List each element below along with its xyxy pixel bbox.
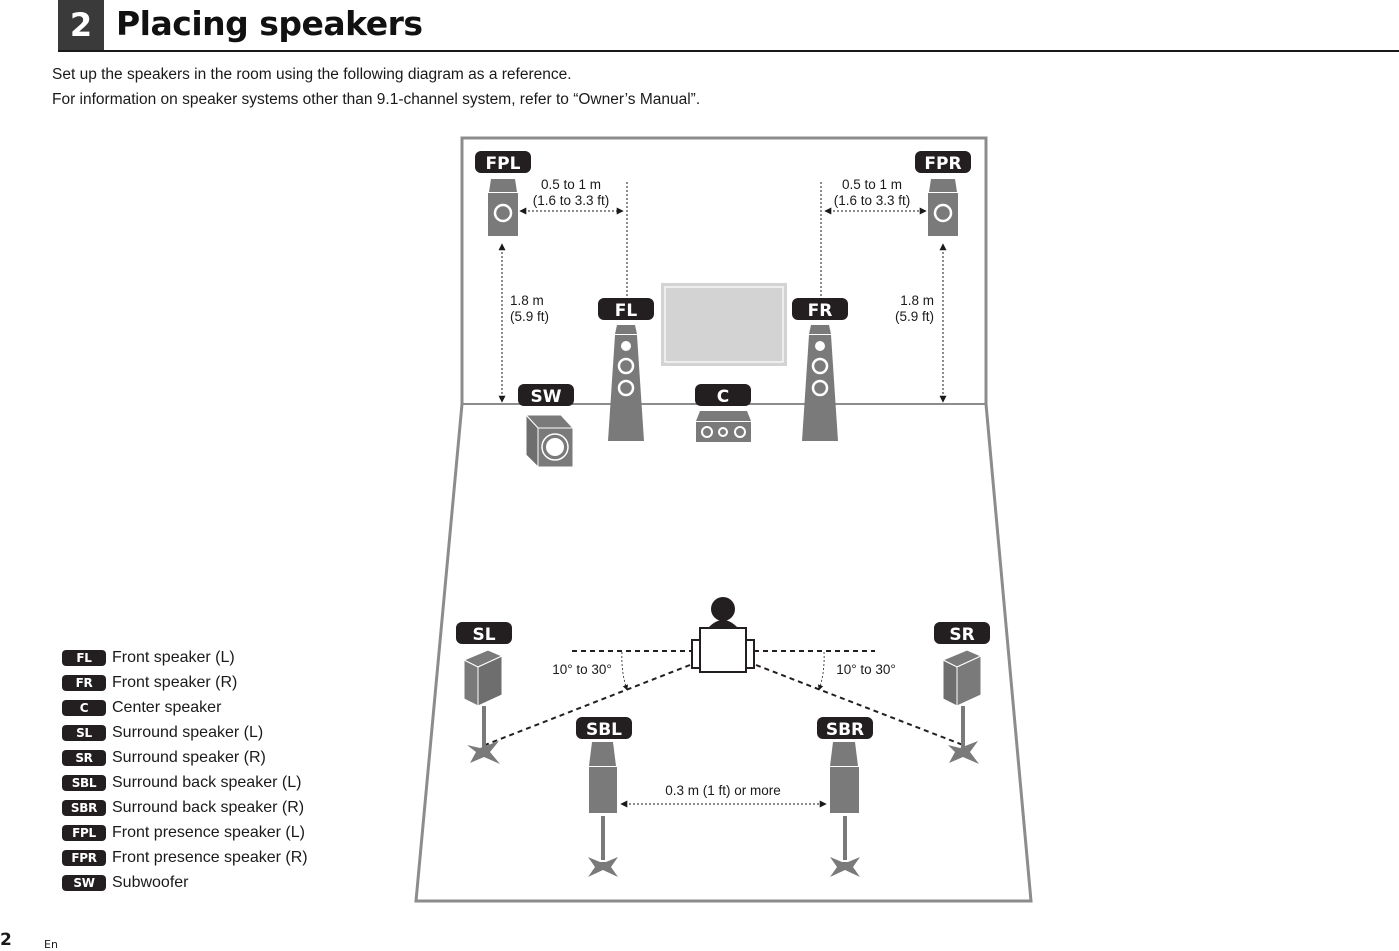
speaker-sr: SR <box>934 622 990 764</box>
fp-left-vertical-ft: (5.9 ft) <box>510 309 549 324</box>
speaker-c: C <box>695 384 751 442</box>
fp-left-vertical-m: 1.8 m <box>510 293 544 308</box>
legend-badge: FPL <box>62 824 106 841</box>
fp-right-horizontal-ft: (1.6 to 3.3 ft) <box>834 193 911 208</box>
label-fr: FR <box>808 301 833 321</box>
legend-badge: SL <box>62 724 106 741</box>
fp-right-vertical-ft: (5.9 ft) <box>895 309 934 324</box>
legend-text: Surround back speaker (L) <box>112 773 302 791</box>
speaker-sl: SL <box>456 622 512 764</box>
legend-badge: SBR <box>62 799 106 816</box>
sb-gap-label: 0.3 m (1 ft) or more <box>665 783 781 798</box>
legend-badge: SBL <box>62 774 106 791</box>
label-c: C <box>717 387 729 407</box>
speaker-fpr: FPR <box>915 151 971 236</box>
angle-left-label: 10° to 30° <box>552 662 612 677</box>
legend-item: FPL Front presence speaker (L) <box>62 820 308 845</box>
legend-item: SR Surround speaker (R) <box>62 745 308 770</box>
legend-badge: FPR <box>62 849 106 866</box>
speaker-fpl: FPL <box>475 151 531 236</box>
legend-text: Center speaker <box>112 698 222 716</box>
legend-text: Front speaker (R) <box>112 673 238 691</box>
legend-text: Surround back speaker (R) <box>112 798 305 816</box>
speaker-sbr: SBR <box>817 717 873 877</box>
legend-item: SL Surround speaker (L) <box>62 720 308 745</box>
page-number: 2 <box>0 930 12 950</box>
legend-item: C Center speaker <box>62 695 308 720</box>
legend-badge: FL <box>62 649 106 666</box>
legend-item: FPR Front presence speaker (R) <box>62 845 308 870</box>
legend-text: Front speaker (L) <box>112 648 235 666</box>
speaker-sw: SW <box>518 384 575 469</box>
legend-text: Surround speaker (L) <box>112 723 264 741</box>
legend-text: Subwoofer <box>112 873 189 891</box>
fp-left-horizontal-ft: (1.6 to 3.3 ft) <box>533 193 610 208</box>
speaker-sbl: SBL <box>576 717 632 877</box>
label-fpr: FPR <box>924 154 961 174</box>
legend-item: SW Subwoofer <box>62 870 308 895</box>
legend-badge: SW <box>62 874 106 891</box>
language-code: En <box>44 938 58 951</box>
label-sr: SR <box>949 625 974 645</box>
label-sbl: SBL <box>586 720 622 740</box>
fp-left-horizontal-m: 0.5 to 1 m <box>541 177 601 192</box>
legend-text: Surround speaker (R) <box>112 748 266 766</box>
fp-right-vertical-m: 1.8 m <box>900 293 934 308</box>
label-fl: FL <box>615 301 638 321</box>
label-sbr: SBR <box>826 720 864 740</box>
legend-text: Front presence speaker (L) <box>112 823 305 841</box>
legend-item: FR Front speaker (R) <box>62 670 308 695</box>
speaker-legend: FL Front speaker (L) FR Front speaker (R) … <box>62 645 308 895</box>
speaker-fl: FL <box>598 298 654 441</box>
label-fpl: FPL <box>486 154 521 174</box>
legend-badge: FR <box>62 674 106 691</box>
legend-badge: SR <box>62 749 106 766</box>
legend-item: SBL Surround back speaker (L) <box>62 770 308 795</box>
legend-text: Front presence speaker (R) <box>112 848 308 866</box>
tv-screen <box>661 283 787 366</box>
angle-right-label: 10° to 30° <box>836 662 896 677</box>
speaker-fr: FR <box>792 298 848 441</box>
legend-item: FL Front speaker (L) <box>62 645 308 670</box>
legend-badge: C <box>62 699 106 716</box>
listener <box>691 597 755 673</box>
fp-right-horizontal-m: 0.5 to 1 m <box>842 177 902 192</box>
label-sl: SL <box>472 625 495 645</box>
label-sw: SW <box>531 387 562 407</box>
legend-item: SBR Surround back speaker (R) <box>62 795 308 820</box>
